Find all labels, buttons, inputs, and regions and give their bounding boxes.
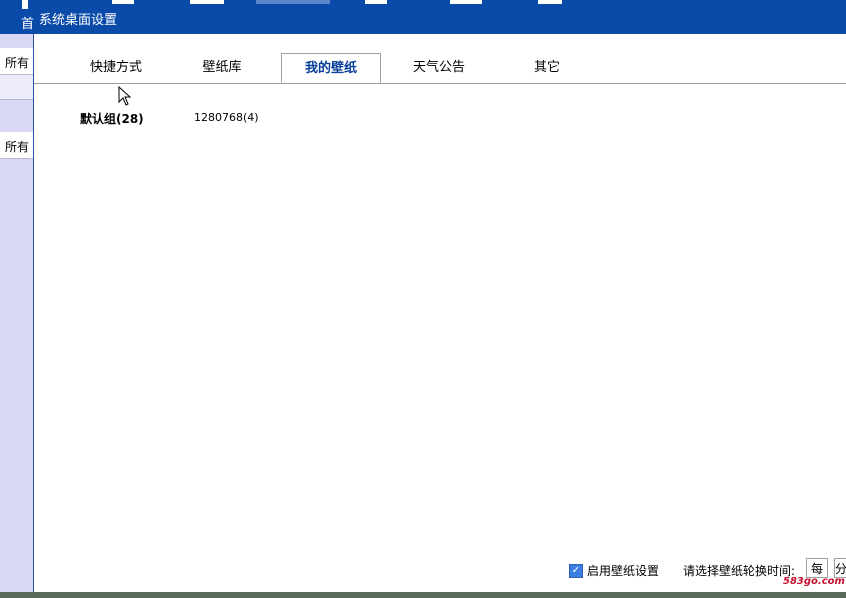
wallpaper-group-item[interactable]: 1280768(4)	[194, 111, 259, 124]
enable-wallpaper-checkbox[interactable]: ✓	[569, 563, 583, 578]
left-panel-item-label: 所有	[5, 140, 30, 154]
wallpaper-group-name[interactable]: 默认组(28)	[80, 110, 144, 127]
toolbar-icon-6[interactable]	[538, 0, 562, 4]
enable-wallpaper-label: 启用壁纸设置	[587, 564, 660, 578]
toolbar-icon-4[interactable]	[365, 0, 387, 4]
tab-wallpaper-library[interactable]: 壁纸库	[172, 53, 272, 83]
rotation-unit-select[interactable]: 分	[834, 558, 846, 578]
left-panel-item-3[interactable]: 所有	[0, 132, 33, 159]
left-panel-item-1[interactable]: 所有	[0, 48, 33, 75]
left-panel: 所有 所有	[0, 34, 33, 594]
toolbar-icon-1[interactable]	[112, 0, 134, 4]
tab-weather-notice[interactable]: 天气公告	[389, 53, 489, 83]
rotation-time-label: 请选择壁纸轮换时间:	[683, 564, 796, 578]
desktop-settings-dialog: 快捷方式 壁纸库 我的壁纸 天气公告 其它 默认组(28) 1280768(4)…	[33, 34, 846, 592]
watermark: 583go.com	[783, 576, 845, 587]
left-panel-item-2[interactable]	[0, 75, 33, 100]
tab-other[interactable]: 其它	[497, 53, 597, 83]
toolbar-icon-2[interactable]	[190, 0, 224, 4]
home-tab-label[interactable]: 首	[21, 13, 34, 32]
rotation-interval-select[interactable]: 每	[806, 558, 828, 578]
mouse-cursor-icon	[118, 86, 132, 106]
toolbar-icon-5[interactable]	[450, 0, 482, 4]
enable-wallpaper-checkbox-row[interactable]: ✓ 启用壁纸设置	[569, 562, 659, 579]
app-title-bar: 首 系统桌面设置	[0, 0, 846, 34]
toolbar-icon-3[interactable]	[256, 0, 330, 4]
taskbar-strip	[0, 592, 846, 598]
tab-bar: 快捷方式 壁纸库 我的壁纸 天气公告 其它	[34, 53, 846, 84]
dialog-title: 系统桌面设置	[39, 13, 118, 28]
left-panel-item-label: 所有	[5, 56, 30, 70]
tab-my-wallpaper[interactable]: 我的壁纸	[281, 53, 381, 83]
tab-shortcuts[interactable]: 快捷方式	[66, 53, 166, 83]
app-logo-icon	[22, 0, 28, 9]
